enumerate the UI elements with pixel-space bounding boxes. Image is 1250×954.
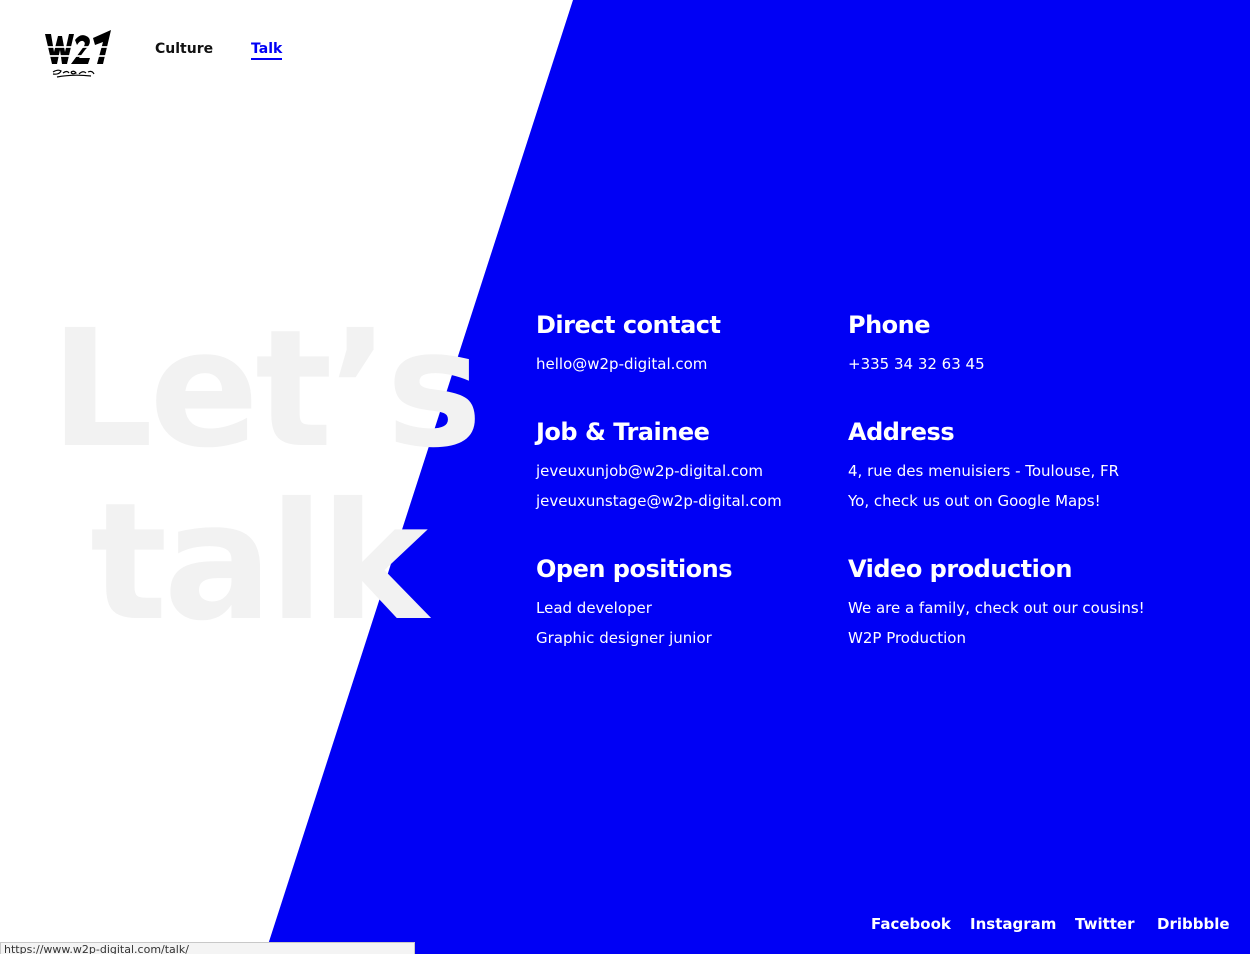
trainee-email-link[interactable]: jeveuxunstage@w2p-digital.com	[536, 486, 846, 516]
position-link-graphic-designer[interactable]: Graphic designer junior	[536, 623, 846, 653]
address-block: Address 4, rue des menuisiers - Toulouse…	[848, 415, 1158, 516]
phone-link[interactable]: +335 34 32 63 45	[848, 349, 1158, 379]
w2p-production-link[interactable]: W2P Production	[848, 623, 1158, 653]
logo[interactable]	[43, 28, 113, 80]
job-trainee-block: Job & Trainee jeveuxunjob@w2p-digital.co…	[536, 415, 846, 516]
nav-culture[interactable]: Culture	[155, 41, 213, 57]
address-text: 4, rue des menuisiers - Toulouse, FR	[848, 462, 1120, 480]
w2p-logo-icon	[45, 30, 111, 78]
open-positions-heading: Open positions	[536, 555, 733, 583]
social-twitter-link[interactable]: Twitter	[1075, 915, 1135, 933]
direct-contact-block: Direct contact hello@w2p-digital.com	[536, 308, 846, 379]
social-dribbble-link[interactable]: Dribbble	[1157, 915, 1230, 933]
address-heading: Address	[848, 418, 955, 446]
position-link-lead-developer[interactable]: Lead developer	[536, 593, 846, 623]
social-instagram-link[interactable]: Instagram	[970, 915, 1056, 933]
video-production-text: We are a family, check out our cousins!	[848, 599, 1145, 617]
social-facebook-link[interactable]: Facebook	[871, 915, 951, 933]
phone-block: Phone +335 34 32 63 45	[848, 308, 1158, 379]
watermark-line-2: talk	[90, 469, 428, 657]
nav-talk[interactable]: Talk	[251, 41, 283, 60]
video-production-heading: Video production	[848, 555, 1072, 583]
phone-heading: Phone	[848, 311, 931, 339]
job-email-link[interactable]: jeveuxunjob@w2p-digital.com	[536, 456, 846, 486]
direct-email-link[interactable]: hello@w2p-digital.com	[536, 349, 846, 379]
watermark-line-1: Let’s	[50, 296, 483, 484]
google-maps-link[interactable]: Yo, check us out on Google Maps!	[848, 486, 1158, 516]
video-production-block: Video production We are a family, check …	[848, 552, 1158, 653]
direct-contact-heading: Direct contact	[536, 311, 721, 339]
page: Let’s talk Culture Talk Direct contact h…	[0, 0, 1250, 954]
job-trainee-heading: Job & Trainee	[536, 418, 710, 446]
open-positions-block: Open positions Lead developer Graphic de…	[536, 552, 846, 653]
browser-status-bar: https://www.w2p-digital.com/talk/	[0, 942, 415, 954]
